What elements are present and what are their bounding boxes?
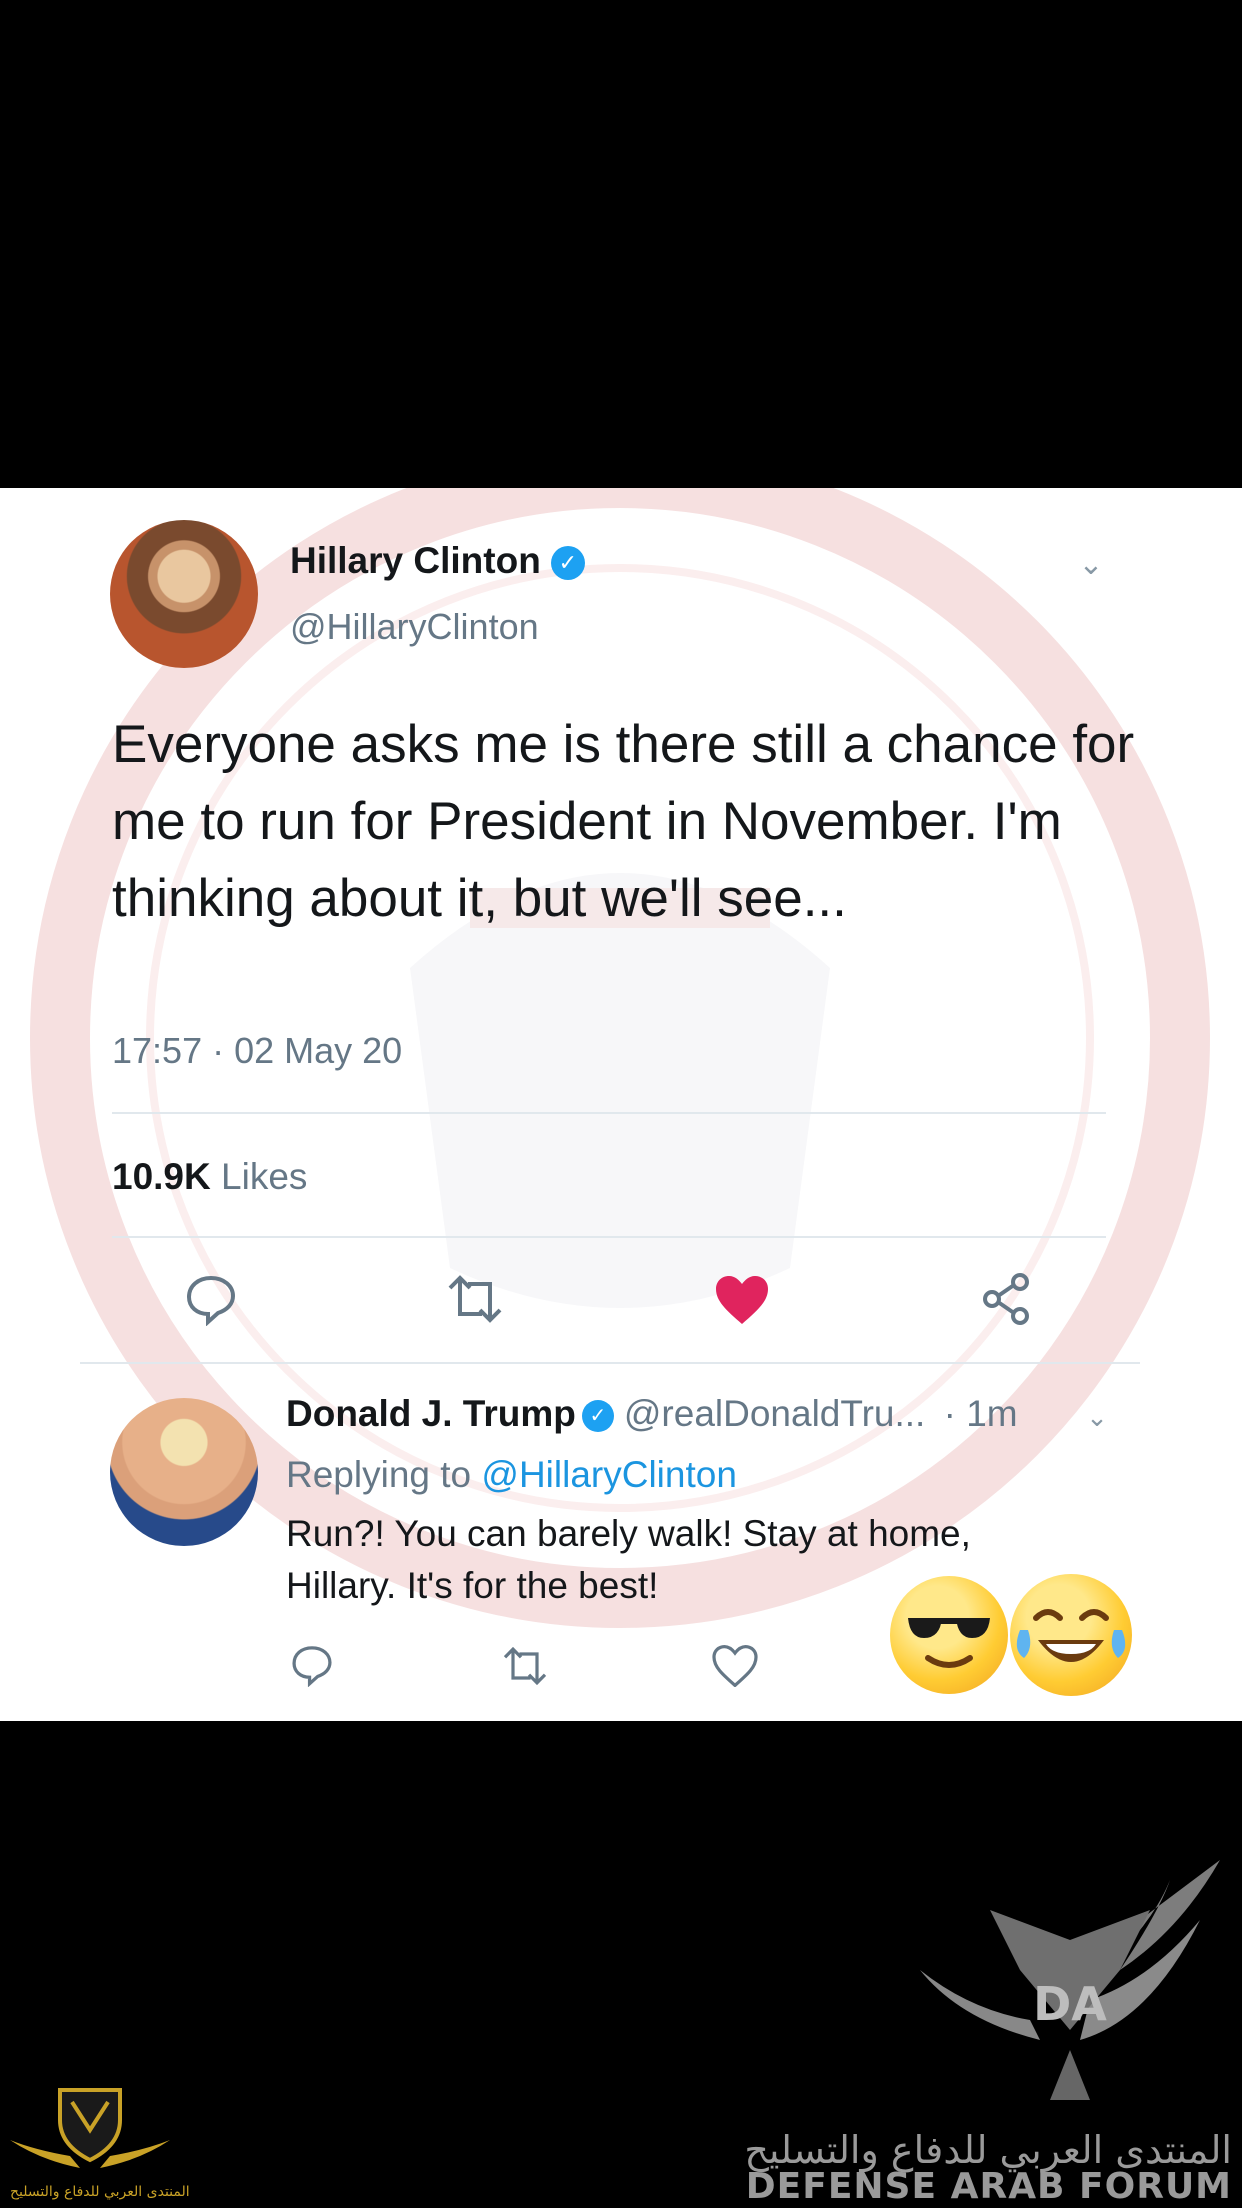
author-name[interactable]: Hillary Clinton <box>290 540 541 581</box>
reply-author-handle[interactable]: @realDonaldTru... <box>624 1393 925 1434</box>
reply-header[interactable]: Donald J. Trump ✓ @realDonaldTru... · 1m <box>286 1393 1018 1435</box>
tears-of-joy-emoji-icon <box>1010 1574 1132 1696</box>
tweet-text: Everyone asks me is there still a chance… <box>112 715 1135 928</box>
reply-reply-icon[interactable] <box>290 1643 334 1687</box>
trump-avatar[interactable] <box>110 1398 258 1546</box>
divider <box>80 1362 1140 1364</box>
sunglasses-emoji-icon <box>890 1576 1008 1694</box>
author-name-row[interactable]: Hillary Clinton ✓ <box>290 540 585 582</box>
svg-text:DA: DA <box>1033 1977 1107 2031</box>
divider <box>112 1236 1106 1238</box>
author-handle[interactable]: @HillaryClinton <box>290 606 539 648</box>
likes-number: 10.9K <box>112 1156 211 1197</box>
forum-name-english: DEFENSE ARAB FORUM <box>745 2166 1232 2207</box>
reply-chevron-down-icon[interactable]: ⌄ <box>1082 1402 1112 1432</box>
tweet-timestamp[interactable]: 17:57 · 02 May 20 <box>112 1030 402 1072</box>
likes-count[interactable]: 10.9K Likes <box>112 1156 307 1198</box>
retweet-icon[interactable] <box>444 1274 506 1324</box>
replying-to: Replying to @HillaryClinton <box>286 1454 737 1496</box>
forum-logo-watermark: DA <box>920 1860 1220 2100</box>
chevron-down-icon[interactable]: ⌄ <box>1076 550 1106 580</box>
verified-icon: ✓ <box>550 546 585 581</box>
tweet-card: Hillary Clinton ✓ @HillaryClinton ⌄ Every… <box>0 488 1242 1721</box>
reply-like-icon[interactable] <box>712 1645 758 1687</box>
top-black-bar <box>0 0 1242 488</box>
reply-icon[interactable] <box>184 1272 238 1326</box>
replying-prefix: Replying to <box>286 1454 472 1495</box>
likes-label: Likes <box>221 1156 308 1197</box>
like-icon[interactable] <box>714 1274 770 1326</box>
reply-retweet-icon[interactable] <box>500 1646 550 1686</box>
replying-mention[interactable]: @HillaryClinton <box>481 1454 737 1495</box>
small-forum-logo <box>10 2088 170 2168</box>
small-logo-caption: المنتدى العربي للدفاع والتسليح <box>10 2184 190 2200</box>
divider <box>112 1112 1106 1114</box>
share-icon[interactable] <box>980 1272 1032 1326</box>
reply-author-name[interactable]: Donald J. Trump <box>286 1393 576 1434</box>
verified-icon: ✓ <box>581 1400 614 1433</box>
hillary-avatar[interactable] <box>110 520 258 668</box>
reply-time: · 1m <box>943 1393 1018 1434</box>
